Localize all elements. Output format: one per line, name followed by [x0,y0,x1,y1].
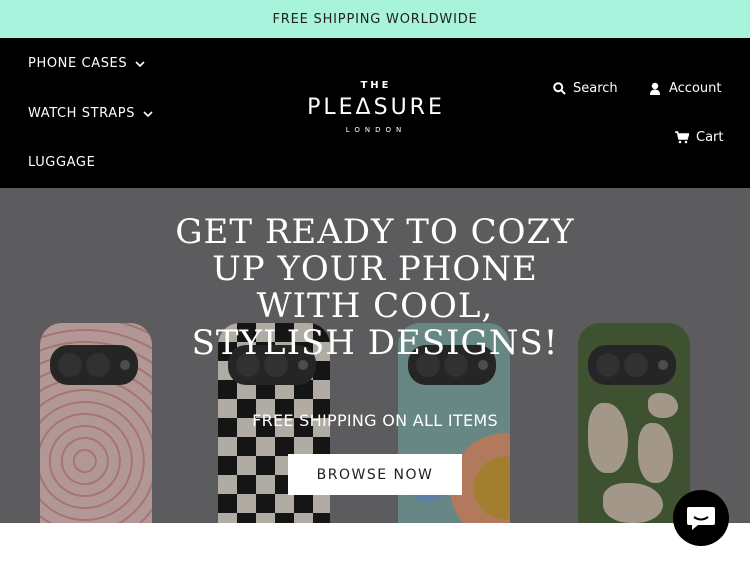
hero-title: GET READY TO COZY UP YOUR PHONE WITH COO… [175,212,575,363]
nav-item-label: PHONE CASES [28,56,128,71]
nav-item-phone-cases[interactable]: PHONE CASES [28,56,145,71]
nav-item-label: LUGGAGE [28,155,96,170]
announcement-text: FREE SHIPPING WORLDWIDE [272,11,478,27]
chevron-down-icon [135,60,145,67]
search-label: Search [573,81,618,96]
browse-now-button[interactable]: BROWSE NOW [288,454,462,495]
cart-icon [675,131,689,144]
logo-sub-text: LONDON [345,126,407,134]
logo-main-text: PLEΔSURE [307,95,445,120]
nav-item-luggage[interactable]: LUGGAGE [28,155,95,170]
search-icon [553,82,566,95]
chat-icon [687,507,715,530]
nav-item-label: WATCH STRAPS [28,106,136,121]
user-icon [650,82,660,95]
site-header: PHONE CASES WATCH STRAPS LUGGAGE THE PLE… [0,38,750,188]
site-logo[interactable]: THE PLEΔSURE LONDON [296,80,456,134]
chevron-down-icon [143,110,153,117]
announcement-bar: FREE SHIPPING WORLDWIDE [0,0,750,38]
account-link[interactable]: Account [648,81,722,96]
cart-label: Cart [696,130,724,145]
account-label: Account [669,81,722,96]
cart-link[interactable]: Cart [675,130,724,145]
logo-top-text: THE [360,80,392,91]
search-link[interactable]: Search [553,81,618,96]
hero-banner: GET READY TO COZY UP YOUR PHONE WITH COO… [0,188,750,523]
hero-subtitle: FREE SHIPPING ON ALL ITEMS [252,411,498,430]
nav-item-watch-straps[interactable]: WATCH STRAPS [28,106,153,121]
chat-button[interactable] [673,490,729,546]
